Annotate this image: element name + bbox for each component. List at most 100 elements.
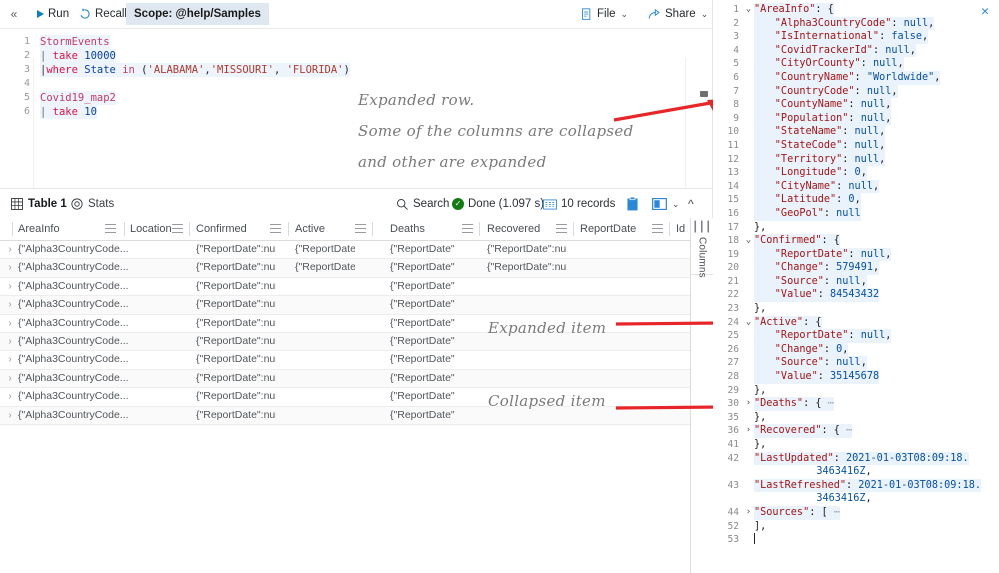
cell-deaths[interactable]: {"ReportDate":null,... — [390, 241, 455, 258]
table-row[interactable]: ›{"Alpha3CountryCode... {"ReportDate":nul… — [0, 259, 712, 278]
json-line[interactable]: 3 "IsInternational": false, — [713, 30, 999, 44]
recall-button[interactable]: Recall — [76, 4, 130, 24]
code-line[interactable]: 5 Covid19_map2 — [0, 91, 712, 105]
chevron-right-icon[interactable]: › — [4, 388, 16, 405]
column-menu-icon[interactable] — [652, 224, 663, 234]
table-row[interactable]: ›{"Alpha3CountryCode... {"ReportDate":nul… — [0, 278, 712, 297]
cell-confirmed[interactable]: {"ReportDate":null,... — [196, 370, 276, 387]
chevron-down-icon[interactable]: ⌄ — [743, 234, 754, 248]
json-line[interactable]: 5 "CityOrCounty": null, — [713, 57, 999, 71]
chevron-right-icon[interactable]: › — [4, 333, 16, 350]
json-line[interactable]: 44 › "Sources": [ ⋯ — [713, 505, 999, 520]
column-menu-icon[interactable] — [355, 224, 366, 234]
json-line[interactable]: 22 "Value": 84543432 — [713, 288, 999, 303]
file-menu-button[interactable]: File ⌄ — [578, 4, 631, 24]
chevron-down-icon[interactable]: ⌄ — [743, 3, 754, 17]
json-line[interactable]: 36 › "Recovered": { ⋯ — [713, 424, 999, 438]
run-button[interactable]: Run — [34, 4, 72, 24]
cell-deaths[interactable]: {"ReportDate":null,... — [390, 259, 455, 276]
chevron-right-icon[interactable]: › — [4, 259, 16, 276]
cell-areainfo[interactable]: {"Alpha3CountryCode... — [18, 259, 128, 276]
cell-confirmed[interactable]: {"ReportDate":null,... — [196, 278, 276, 295]
column-divider[interactable] — [288, 222, 289, 236]
chevron-right-icon[interactable]: › — [4, 241, 16, 258]
chevron-right-icon[interactable]: › — [4, 351, 16, 368]
column-header-confirmed[interactable]: Confirmed — [196, 218, 247, 240]
json-line[interactable]: 17}, — [713, 221, 999, 235]
cell-active[interactable]: {"ReportDate":null,... — [295, 259, 355, 276]
cell-areainfo[interactable]: {"Alpha3CountryCode... — [18, 296, 128, 313]
cell-recovered[interactable]: {"ReportDate":null,... — [487, 259, 567, 276]
cell-deaths[interactable]: {"ReportDate":null,... — [390, 407, 455, 424]
json-line[interactable]: 24 ⌄ "Active": { — [713, 315, 999, 330]
cell-confirmed[interactable]: {"ReportDate":null,... — [196, 333, 276, 350]
json-line[interactable]: 3463416Z, — [713, 465, 999, 479]
json-line[interactable]: 18 ⌄ "Confirmed": { — [713, 234, 999, 248]
chevron-right-icon[interactable]: › — [4, 315, 16, 332]
tab-stats[interactable]: Stats — [68, 189, 117, 219]
json-line[interactable]: 29}, — [713, 384, 999, 398]
json-line[interactable]: 12 "Territory": null, — [713, 152, 999, 167]
cell-confirmed[interactable]: {"ReportDate":null,... — [196, 388, 276, 405]
share-menu-button[interactable]: Share ⌄ — [645, 4, 711, 24]
cell-areainfo[interactable]: {"Alpha3CountryCode... — [18, 278, 128, 295]
json-line[interactable]: 25 "ReportDate": null, — [713, 329, 999, 343]
cell-areainfo[interactable]: {"Alpha3CountryCode... — [18, 315, 128, 332]
column-header-id[interactable]: Id — [676, 218, 685, 240]
column-menu-icon[interactable] — [172, 224, 183, 234]
column-header-areainfo[interactable]: AreaInfo — [18, 218, 60, 240]
json-line[interactable]: 1 ⌄ "AreaInfo": { — [713, 3, 999, 17]
json-line[interactable]: 19 "ReportDate": null, — [713, 247, 999, 262]
column-divider[interactable] — [189, 222, 190, 236]
cell-areainfo[interactable]: {"Alpha3CountryCode... — [18, 407, 128, 424]
column-menu-icon[interactable] — [270, 224, 281, 234]
json-line[interactable]: 26 "Change": 0, — [713, 342, 999, 357]
chevron-right-icon[interactable]: › — [4, 370, 16, 387]
json-line[interactable]: 23}, — [713, 302, 999, 316]
json-line[interactable]: 11 "StateCode": null, — [713, 138, 999, 153]
code-line[interactable]: 4 — [0, 77, 712, 91]
chevron-right-icon[interactable]: › — [4, 296, 16, 313]
column-menu-icon[interactable] — [556, 224, 567, 234]
chevron-right-icon[interactable]: › — [4, 407, 16, 424]
json-line[interactable]: 35}, — [713, 411, 999, 425]
cell-confirmed[interactable]: {"ReportDate":null,... — [196, 241, 276, 258]
cell-areainfo[interactable]: {"Alpha3CountryCode... — [18, 388, 128, 405]
cell-deaths[interactable]: {"ReportDate":null,... — [390, 388, 455, 405]
json-line[interactable]: 10 "StateName": null, — [713, 125, 999, 139]
chevron-down-icon[interactable]: ⌄ — [672, 199, 680, 210]
copy-to-clipboard-button[interactable] — [627, 189, 638, 219]
column-divider[interactable] — [479, 222, 480, 236]
json-line[interactable]: 13 "Longitude": 0, — [713, 166, 999, 180]
code-line[interactable]: 6 | take 10 — [0, 105, 712, 119]
json-line[interactable]: 2 "Alpha3CountryCode": null, — [713, 16, 999, 31]
column-header-reportdate[interactable]: ReportDate — [580, 218, 636, 240]
cell-recovered[interactable]: {"ReportDate":null,... — [487, 241, 567, 258]
chevron-right-icon[interactable]: › — [743, 397, 754, 411]
json-line[interactable]: 9 "Population": null, — [713, 111, 999, 126]
json-line[interactable]: 6 "CountryName": "Worldwide", — [713, 70, 999, 85]
cell-confirmed[interactable]: {"ReportDate":null,... — [196, 315, 276, 332]
json-line[interactable]: 4 "CovidTrackerId": null, — [713, 43, 999, 58]
code-line[interactable]: 1 StormEvents — [0, 35, 712, 49]
cell-areainfo[interactable]: {"Alpha3CountryCode... — [18, 333, 128, 350]
json-line[interactable]: 15 "Latitude": 0, — [713, 193, 999, 207]
json-line[interactable]: 27 "Source": null, — [713, 356, 999, 371]
chevron-right-icon[interactable]: › — [4, 278, 16, 295]
scope-selector[interactable]: Scope: @help/Samples — [126, 3, 269, 25]
cell-deaths[interactable]: {"ReportDate":null,... — [390, 315, 455, 332]
search-results-button[interactable]: Search — [396, 189, 449, 219]
cell-areainfo[interactable]: {"Alpha3CountryCode... — [18, 241, 128, 258]
chevron-right-icon[interactable]: › — [743, 424, 754, 438]
json-line[interactable]: 53 — [713, 533, 999, 547]
json-line[interactable]: 28 "Value": 35145678 — [713, 370, 999, 384]
json-line[interactable]: 20 "Change": 579491, — [713, 261, 999, 275]
collapse-results-button[interactable]: ^ — [688, 189, 694, 219]
json-line[interactable]: 16 "GeoPol": null — [713, 206, 999, 221]
cell-areainfo[interactable]: {"Alpha3CountryCode... — [18, 370, 128, 387]
column-divider[interactable] — [573, 222, 574, 236]
json-line[interactable]: 7 "CountryCode": null, — [713, 84, 999, 99]
column-divider[interactable] — [669, 222, 670, 236]
code-line[interactable]: 3 |where State in ('ALABAMA','MISSOURI', … — [0, 63, 712, 77]
json-line[interactable]: 42 "LastUpdated": 2021-01-03T08:09:18. — [713, 451, 999, 466]
